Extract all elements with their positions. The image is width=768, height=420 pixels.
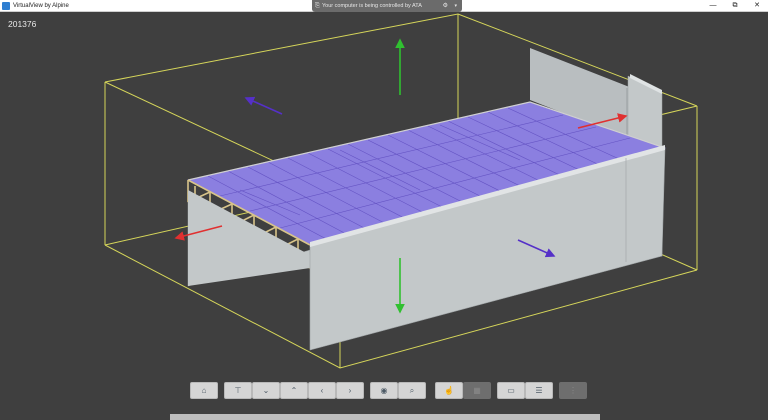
eye-icon: ◉ [380,386,388,395]
title-bar: VirtualView by Alpine ⎘ Your computer is… [0,0,768,12]
remote-control-icon: ⎘ [315,3,320,9]
tool-icon: ▦ [473,386,481,395]
minimize-button[interactable]: — [702,0,724,12]
gear-icon[interactable]: ⚙ [443,0,448,12]
close-button[interactable]: ✕ [746,0,768,12]
ruler-icon: ▭ [507,386,515,395]
hand-pointer-icon: ☝ [444,386,454,395]
bottom-strip [170,414,600,420]
top-view-button[interactable]: ⊤ [224,382,252,399]
home-icon: ⌂ [201,386,207,395]
up-button[interactable]: ⌃ [280,382,308,399]
arrow-z-back[interactable] [244,96,283,115]
layers-icon: ☰ [535,386,543,395]
remote-control-banner[interactable]: ⎘ Your computer is being controlled by A… [312,0,462,12]
window-title: VirtualView by Alpine [13,3,69,9]
zoom-icon: ⌕ [409,385,415,395]
remote-control-text: Your computer is being controlled by ATA [322,3,422,9]
layers-button[interactable]: ☰ [525,382,553,399]
measure-button[interactable]: ▭ [497,382,525,399]
more-icon: ⋮ [569,386,577,395]
disabled-tool-button[interactable]: ▦ [463,382,491,399]
top-view-icon: ⊤ [234,386,242,395]
right-button[interactable]: › [336,382,364,399]
down-button[interactable]: ⌄ [252,382,280,399]
chevron-left-icon: ‹ [320,386,324,395]
zoom-button[interactable]: ⌕ [398,382,426,399]
left-button[interactable]: ‹ [308,382,336,399]
chevron-up-icon: ⌃ [290,386,298,395]
chevron-down-icon[interactable]: ▾ [454,0,457,12]
home-button[interactable]: ⌂ [190,382,218,399]
chevron-down-icon: ⌄ [262,386,270,395]
view-toolbar: ⌂ ⊤ ⌄ ⌃ ‹ › ◉ ⌕ ☝ ▦ ▭ ☰ ⋮ [190,382,588,400]
chevron-right-icon: › [348,386,352,395]
app-icon [2,2,10,10]
select-button[interactable]: ☝ [435,382,463,399]
view-button[interactable]: ◉ [370,382,398,399]
more-button[interactable]: ⋮ [559,382,587,399]
maximize-button[interactable]: ⧉ [724,0,746,12]
3d-viewport[interactable] [0,12,768,420]
